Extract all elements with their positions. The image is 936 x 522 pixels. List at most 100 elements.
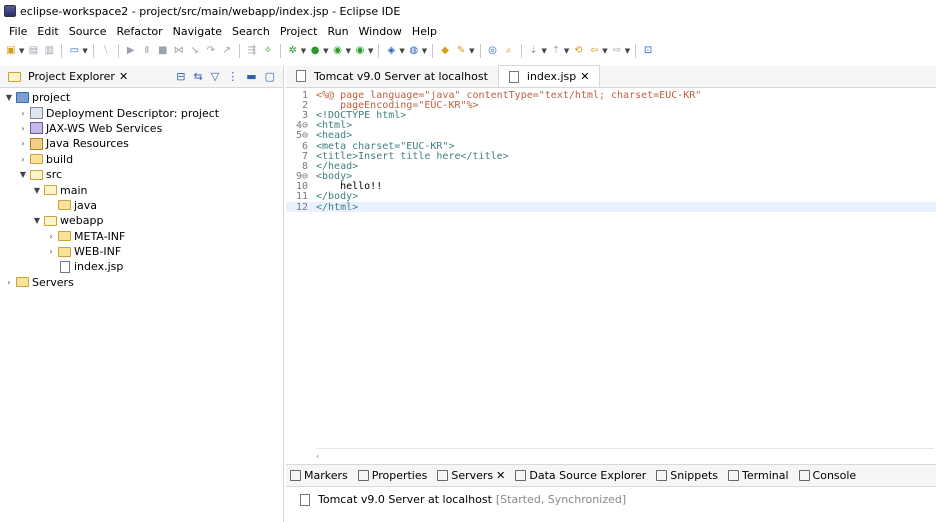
suspend-icon[interactable]: Ⅱ <box>140 44 154 58</box>
chevron-down-icon[interactable]: ▼ <box>323 47 328 55</box>
chevron-down-icon[interactable]: ▼ <box>32 216 42 225</box>
chevron-down-icon[interactable]: ▼ <box>368 47 373 55</box>
menu-navigate[interactable]: Navigate <box>168 25 227 38</box>
run-server-icon[interactable]: ◉ <box>331 44 345 58</box>
last-edit-location-icon[interactable]: ⟲ <box>571 44 585 58</box>
new-java-project-icon[interactable]: ◈ <box>384 44 398 58</box>
chevron-right-icon[interactable]: › <box>18 139 28 148</box>
previous-annotation-icon[interactable]: ⇡ <box>549 44 563 58</box>
chevron-down-icon[interactable]: ▼ <box>4 93 14 102</box>
chevron-down-icon[interactable]: ▼ <box>32 186 42 195</box>
save-all-icon[interactable]: ▥ <box>42 44 56 58</box>
tab-console[interactable]: Console <box>798 469 856 482</box>
chevron-right-icon[interactable]: › <box>18 124 28 133</box>
filter-icon[interactable]: ▽ <box>211 70 219 83</box>
skip-breakpoints-icon[interactable]: ⧹ <box>99 44 113 58</box>
chevron-right-icon[interactable]: › <box>46 232 56 241</box>
terminate-icon[interactable]: ■ <box>156 44 170 58</box>
search-icon[interactable]: ⌕ <box>502 44 516 58</box>
pencil-icon[interactable]: ✎ <box>454 44 468 58</box>
tree-item-webapp[interactable]: ▼ webapp <box>0 213 283 228</box>
menu-run[interactable]: Run <box>322 25 353 38</box>
close-icon[interactable]: ✕ <box>580 70 589 83</box>
terminal-icon[interactable]: ▭ <box>67 44 81 58</box>
tab-data-source-explorer[interactable]: Data Source Explorer <box>515 469 646 482</box>
chevron-down-icon[interactable]: ▼ <box>422 47 427 55</box>
collapse-all-icon[interactable]: ⊟ <box>176 70 185 83</box>
menu-search[interactable]: Search <box>227 25 275 38</box>
save-icon[interactable]: ▤ <box>26 44 40 58</box>
close-icon[interactable]: ✕ <box>119 70 128 83</box>
tab-index-jsp[interactable]: index.jsp ✕ <box>497 65 601 87</box>
globe-icon[interactable]: ◎ <box>486 44 500 58</box>
chevron-down-icon[interactable]: ▼ <box>301 47 306 55</box>
next-annotation-icon[interactable]: ⇣ <box>527 44 541 58</box>
tree-item-web-inf[interactable]: › WEB-INF <box>0 244 283 259</box>
chevron-down-icon[interactable]: ▼ <box>346 47 351 55</box>
tree-item-index-jsp[interactable]: index.jsp <box>0 259 283 274</box>
tree-item-java-resources[interactable]: › Java Resources <box>0 136 283 151</box>
maximize-icon[interactable]: ▢ <box>265 70 275 83</box>
run-icon[interactable]: ● <box>308 44 322 58</box>
chevron-right-icon[interactable]: › <box>4 278 14 287</box>
chevron-down-icon[interactable]: ▼ <box>469 47 474 55</box>
tab-project-explorer[interactable]: Project Explorer ✕ <box>4 70 132 83</box>
tree-item-servers[interactable]: › Servers <box>0 275 283 290</box>
close-icon[interactable]: ✕ <box>496 469 505 482</box>
coverage-icon[interactable]: ✧ <box>261 44 275 58</box>
pin-editor-icon[interactable]: ⊡ <box>641 44 655 58</box>
chevron-down-icon[interactable]: ▼ <box>399 47 404 55</box>
tab-markers[interactable]: Markers <box>290 469 348 482</box>
chevron-down-icon[interactable]: ▼ <box>18 170 28 179</box>
chevron-down-icon[interactable]: ▼ <box>19 47 24 55</box>
tree-item-build[interactable]: › build <box>0 152 283 167</box>
step-into-icon[interactable]: ↘ <box>188 44 202 58</box>
menu-help[interactable]: Help <box>407 25 442 38</box>
chevron-down-icon[interactable]: ▼ <box>564 47 569 55</box>
tree-item-java[interactable]: java <box>0 198 283 213</box>
tree-item-deployment-descriptor[interactable]: › Deployment Descriptor: project <box>0 105 283 120</box>
tree-item-src[interactable]: ▼ src <box>0 167 283 182</box>
tab-servers[interactable]: Servers ✕ <box>437 469 505 482</box>
tab-tomcat-server[interactable]: Tomcat v9.0 Server at localhost <box>286 65 498 87</box>
horizontal-scrollbar[interactable]: ‹ <box>316 448 934 462</box>
tab-terminal[interactable]: Terminal <box>728 469 789 482</box>
tree-item-project[interactable]: ▼ project <box>0 90 283 105</box>
external-tools-icon[interactable]: ◉ <box>353 44 367 58</box>
chevron-down-icon[interactable]: ▼ <box>542 47 547 55</box>
server-row[interactable]: Tomcat v9.0 Server at localhost [Started… <box>286 487 936 506</box>
tab-properties[interactable]: Properties <box>357 469 427 482</box>
disconnect-icon[interactable]: ⋈ <box>172 44 186 58</box>
chevron-down-icon[interactable]: ▼ <box>602 47 607 55</box>
chevron-right-icon[interactable]: › <box>18 155 28 164</box>
menu-source[interactable]: Source <box>64 25 112 38</box>
minimize-icon[interactable]: ▬ <box>246 70 256 83</box>
tree-item-jaxws[interactable]: › JAX-WS Web Services <box>0 121 283 136</box>
resume-icon[interactable]: ▶ <box>124 44 138 58</box>
chevron-right-icon[interactable]: › <box>18 109 28 118</box>
menu-refactor[interactable]: Refactor <box>112 25 168 38</box>
code-editor[interactable]: 1 <%@ page language="java" contentType="t… <box>286 88 936 213</box>
debug-icon[interactable]: ✲ <box>286 44 300 58</box>
tree-item-meta-inf[interactable]: › META-INF <box>0 229 283 244</box>
open-type-icon[interactable]: ◆ <box>438 44 452 58</box>
tab-snippets[interactable]: Snippets <box>656 469 718 482</box>
tree-item-main[interactable]: ▼ main <box>0 182 283 197</box>
new-class-icon[interactable]: ◍ <box>407 44 421 58</box>
view-menu-icon[interactable]: ⋮ <box>227 70 238 83</box>
drop-to-frame-icon[interactable]: ⇶ <box>245 44 259 58</box>
new-icon[interactable]: ▣ <box>4 44 18 58</box>
menu-file[interactable]: File <box>4 25 32 38</box>
menu-project[interactable]: Project <box>275 25 323 38</box>
chevron-down-icon[interactable]: ▼ <box>82 47 87 55</box>
back-icon[interactable]: ⇦ <box>587 44 601 58</box>
step-over-icon[interactable]: ↷ <box>204 44 218 58</box>
forward-icon[interactable]: ⇨ <box>610 44 624 58</box>
menu-window[interactable]: Window <box>354 25 407 38</box>
chevron-down-icon[interactable]: ▼ <box>625 47 630 55</box>
chevron-left-icon[interactable]: ‹ <box>316 452 320 462</box>
menu-edit[interactable]: Edit <box>32 25 63 38</box>
chevron-right-icon[interactable]: › <box>46 247 56 256</box>
step-return-icon[interactable]: ↗ <box>220 44 234 58</box>
link-with-editor-icon[interactable]: ⇆ <box>194 70 203 83</box>
